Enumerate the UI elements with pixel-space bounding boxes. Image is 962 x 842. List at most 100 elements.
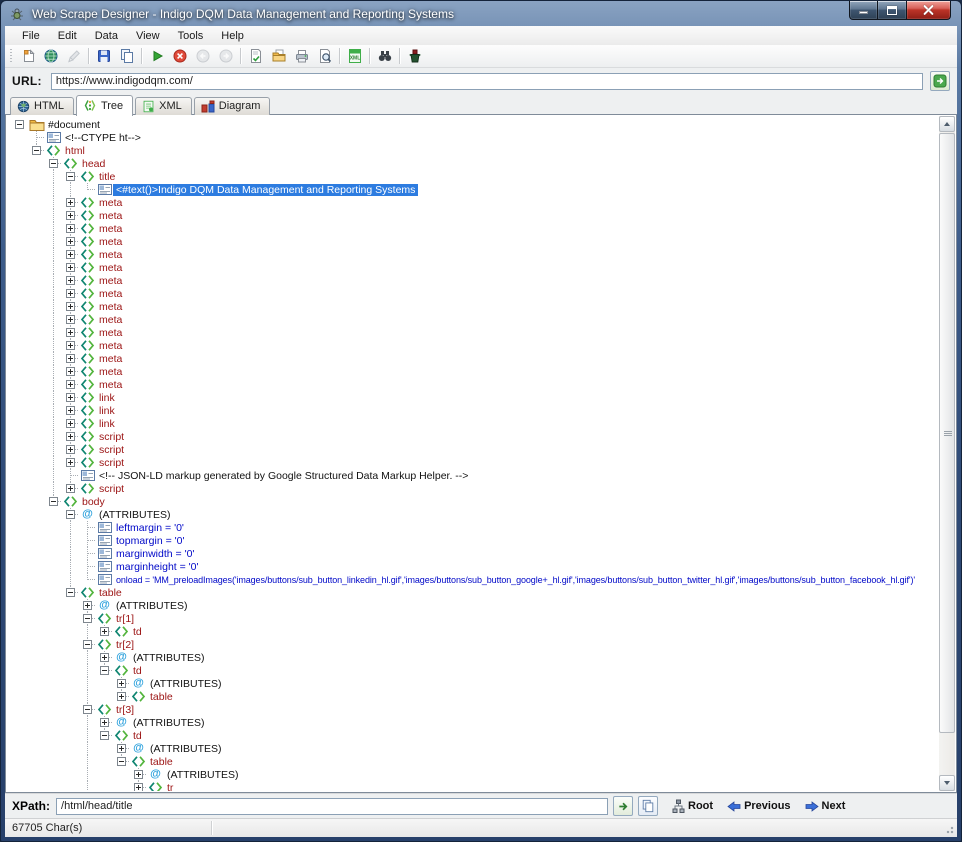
run-button[interactable] (145, 46, 168, 67)
xpath-copy-button[interactable] (638, 796, 658, 816)
tree-node[interactable]: meta (11, 326, 939, 339)
tree-node[interactable]: @(ATTRIBUTES) (11, 651, 939, 664)
xpath-input[interactable] (56, 798, 608, 815)
expand-icon[interactable] (66, 198, 75, 207)
tree-node-label[interactable]: title (96, 171, 118, 183)
tree-node-label[interactable]: head (79, 158, 108, 170)
exit-button[interactable] (403, 46, 426, 67)
tree-node-label[interactable]: #document (45, 119, 103, 131)
root-link[interactable]: Root (672, 799, 713, 813)
tree-node-label[interactable]: meta (96, 262, 125, 274)
tree-node[interactable]: meta (11, 300, 939, 313)
collapse-icon[interactable] (66, 588, 75, 597)
tab-diagram[interactable]: Diagram (194, 97, 271, 115)
tree-node-label[interactable]: table (147, 691, 176, 703)
expand-icon[interactable] (134, 770, 143, 779)
tree-node[interactable]: link (11, 404, 939, 417)
collapse-icon[interactable] (15, 120, 24, 129)
save-button[interactable] (92, 46, 115, 67)
collapse-icon[interactable] (100, 731, 109, 740)
print-preview-button[interactable] (313, 46, 336, 67)
tree-node[interactable]: meta (11, 313, 939, 326)
scrollbar-thumb[interactable] (939, 133, 955, 733)
url-input[interactable] (51, 73, 923, 90)
tree-node-label[interactable]: script (96, 444, 127, 456)
tree-node[interactable]: topmargin = '0' (11, 534, 939, 547)
collapse-icon[interactable] (83, 640, 92, 649)
tree-node-label[interactable]: (ATTRIBUTES) (130, 717, 208, 729)
tree-node[interactable]: tr[3] (11, 703, 939, 716)
tree-node[interactable]: @(ATTRIBUTES) (11, 599, 939, 612)
tree-node[interactable]: table (11, 690, 939, 703)
tree-node[interactable]: script (11, 456, 939, 469)
collapse-icon[interactable] (66, 510, 75, 519)
tree-node[interactable]: tr[2] (11, 638, 939, 651)
minimize-button[interactable] (849, 1, 878, 20)
tree-node[interactable]: script (11, 443, 939, 456)
collapse-icon[interactable] (83, 705, 92, 714)
tree-node[interactable]: link (11, 417, 939, 430)
tree-node[interactable]: meta (11, 261, 939, 274)
tree-node-label[interactable]: meta (96, 236, 125, 248)
tree-node-label[interactable]: marginheight = '0' (113, 561, 202, 573)
tree-node[interactable]: @(ATTRIBUTES) (11, 716, 939, 729)
tree-node[interactable]: head (11, 157, 939, 170)
tree-node-label[interactable]: meta (96, 223, 125, 235)
collapse-icon[interactable] (66, 172, 75, 181)
tab-xml[interactable]: XML (135, 97, 192, 115)
tree-node[interactable]: <!--CTYPE ht--> (11, 131, 939, 144)
tree-node-label[interactable]: marginwidth = '0' (113, 548, 197, 560)
stop-button[interactable] (168, 46, 191, 67)
expand-icon[interactable] (100, 653, 109, 662)
tree-node-label[interactable]: meta (96, 314, 125, 326)
tree-node-label[interactable]: script (96, 431, 127, 443)
tree-node[interactable]: meta (11, 339, 939, 352)
expand-icon[interactable] (66, 445, 75, 454)
tree-node-label[interactable]: html (62, 145, 88, 157)
tree-node-label[interactable]: link (96, 405, 118, 417)
tree-node-label[interactable]: td (130, 626, 145, 638)
tree-node-label[interactable]: tr[1] (113, 613, 137, 625)
expand-icon[interactable] (66, 237, 75, 246)
expand-icon[interactable] (66, 315, 75, 324)
tree-node[interactable]: @(ATTRIBUTES) (11, 742, 939, 755)
tree-node[interactable]: marginwidth = '0' (11, 547, 939, 560)
collapse-icon[interactable] (49, 497, 58, 506)
tree-node-label[interactable]: table (96, 587, 125, 599)
back-button[interactable] (191, 46, 214, 67)
tree-node-label[interactable]: meta (96, 210, 125, 222)
expand-icon[interactable] (83, 601, 92, 610)
copy-button[interactable] (115, 46, 138, 67)
tree-node[interactable]: @(ATTRIBUTES) (11, 508, 939, 521)
tree-node[interactable]: @(ATTRIBUTES) (11, 768, 939, 781)
expand-icon[interactable] (117, 744, 126, 753)
scroll-down-button[interactable] (939, 775, 955, 791)
tree-node-label[interactable]: meta (96, 353, 125, 365)
expand-icon[interactable] (66, 393, 75, 402)
collapse-icon[interactable] (32, 146, 41, 155)
tree-node[interactable]: td (11, 664, 939, 677)
tree-node[interactable]: body (11, 495, 939, 508)
tree-node[interactable]: tr (11, 781, 939, 791)
tree-node[interactable]: table (11, 755, 939, 768)
tree-node[interactable]: html (11, 144, 939, 157)
tree-node[interactable]: #document (11, 118, 939, 131)
previous-link[interactable]: Previous (727, 800, 790, 812)
tree-node-label[interactable]: topmargin = '0' (113, 535, 188, 547)
expand-icon[interactable] (66, 224, 75, 233)
tree-node-label[interactable]: tr (164, 782, 176, 792)
next-link[interactable]: Next (805, 800, 846, 812)
tree-node-label[interactable]: link (96, 392, 118, 404)
tab-html[interactable]: HTML (10, 97, 74, 115)
tree-node-label[interactable]: script (96, 457, 127, 469)
tree-node-label[interactable]: (ATTRIBUTES) (147, 743, 225, 755)
tree-node[interactable]: script (11, 482, 939, 495)
expand-icon[interactable] (66, 484, 75, 493)
tree-node[interactable]: meta (11, 235, 939, 248)
tree-node[interactable]: @(ATTRIBUTES) (11, 677, 939, 690)
close-button[interactable] (906, 1, 951, 20)
tree-node[interactable]: <!-- JSON-LD markup generated by Google … (11, 469, 939, 482)
expand-icon[interactable] (66, 211, 75, 220)
tree-node[interactable]: <#text()>Indigo DQM Data Management and … (11, 183, 939, 196)
menu-help[interactable]: Help (212, 28, 253, 44)
